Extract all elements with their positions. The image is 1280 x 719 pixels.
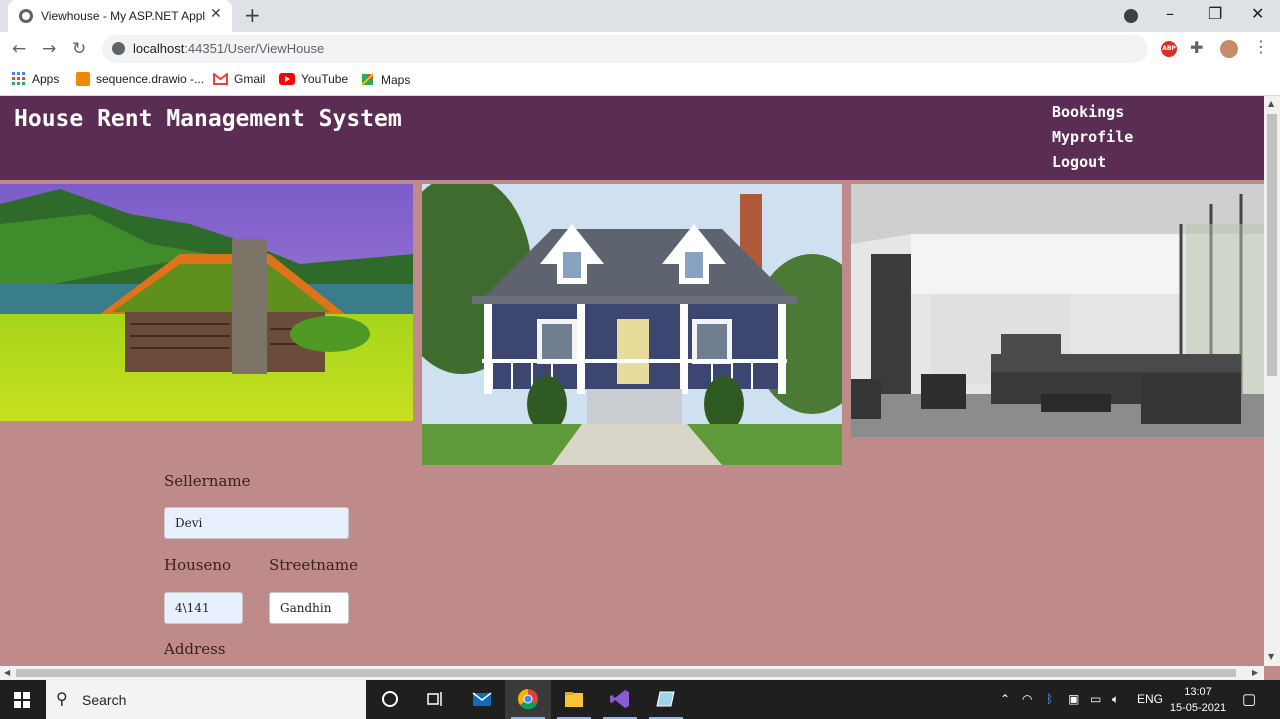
page-viewport: House Rent Management System Bookings My… [0,96,1264,666]
bookmarks-bar: Apps sequence.drawio -... Gmail YouTube … [0,66,1280,96]
tab-strip: Viewhouse - My ASP.NET Application ✕ + –… [0,0,1280,32]
windows-start-icon[interactable] [14,692,30,708]
minimize-button[interactable]: – [1166,4,1174,23]
reload-icon[interactable]: ↻ [72,39,86,59]
chrome-icon [518,689,538,710]
taskbar-search-box[interactable]: ⚲ Search [46,680,366,719]
vertical-scroll-thumb[interactable] [1267,114,1277,376]
bookmark-label: Apps [32,72,60,86]
nav-link-logout[interactable]: Logout [1052,150,1133,175]
battery-icon[interactable]: ▭ [1090,692,1101,706]
folder-icon [565,692,583,707]
windows-taskbar: ⚲ Search ⌃ ◠ ᛒ ▣ ▭ 🔈︎ ENG 13:07 15-05-20… [0,680,1280,719]
bookmark-label: Gmail [234,72,266,86]
house-no-label: Houseno [164,556,232,574]
profile-avatar[interactable] [1220,40,1238,58]
close-window-button[interactable]: ✕ [1251,4,1264,23]
vertical-scrollbar[interactable]: ▲ ▼ [1264,96,1280,666]
site-info-icon[interactable] [112,42,125,55]
task-view-button[interactable] [412,680,458,719]
device-icon[interactable]: ▣ [1068,692,1079,706]
restore-button[interactable]: ❐ [1208,4,1222,23]
scroll-down-arrow-icon[interactable]: ▼ [1268,652,1274,661]
scroll-up-arrow-icon[interactable]: ▲ [1268,99,1274,108]
house-no-input[interactable]: 4\141 [164,592,243,624]
scroll-left-arrow-icon[interactable]: ◀ [4,668,10,677]
address-bar[interactable]: localhost:44351/User/ViewHouse [102,35,1148,63]
drawio-icon [76,72,90,86]
notes-app-icon [656,691,675,707]
gmail-icon [213,73,228,85]
media-control-icon[interactable] [1124,9,1138,23]
site-title: House Rent Management System [14,106,402,132]
nav-link-myprofile[interactable]: Myprofile [1052,125,1133,150]
visual-studio-icon [610,690,629,708]
street-name-label: Streetname [269,556,358,574]
bookmark-youtube[interactable]: YouTube [279,72,348,86]
search-icon: ⚲ [56,689,68,708]
volume-icon[interactable]: 🔈︎ [1112,692,1119,707]
extensions-puzzle-icon[interactable]: ✚ [1190,38,1203,57]
back-arrow-icon[interactable]: ← [12,39,26,59]
forward-arrow-icon[interactable]: → [42,39,56,59]
bookmark-label: sequence.drawio -... [96,72,205,86]
site-header: House Rent Management System Bookings My… [0,96,1264,180]
bookmark-apps[interactable]: Apps [12,72,59,86]
clock-time: 13:07 [1184,686,1212,698]
wifi-icon[interactable]: ◠ [1022,692,1032,706]
horizontal-scrollbar[interactable]: ◀ ▶ [0,666,1264,680]
horizontal-scroll-thumb[interactable] [16,669,1236,677]
tray-overflow-chevron-icon[interactable]: ⌃ [1000,692,1010,706]
bookmark-label: YouTube [301,72,349,86]
tab-title: Viewhouse - My ASP.NET Application [41,9,206,23]
bluetooth-icon[interactable]: ᛒ [1046,692,1053,706]
taskbar-app-chrome[interactable] [505,680,551,719]
taskbar-app-file-explorer[interactable] [551,680,597,719]
cortana-circle-icon [382,691,398,707]
bookmark-label: Maps [381,72,411,87]
house-image-blue-house [422,184,842,465]
task-view-icon [427,692,442,706]
notifications-icon[interactable]: ▢ [1242,690,1256,708]
house-image-cabin [0,184,413,421]
taskbar-clock[interactable]: 13:07 15-05-2021 [1166,684,1230,716]
browser-tab[interactable]: Viewhouse - My ASP.NET Application ✕ [8,0,232,32]
new-tab-button[interactable]: + [244,3,261,27]
bookmark-drawio[interactable]: sequence.drawio -... [76,72,204,86]
youtube-icon [279,73,295,85]
adblock-extension-icon[interactable]: ABP [1161,41,1177,57]
close-tab-icon[interactable]: ✕ [210,6,222,22]
browser-toolbar: ← → ↻ localhost:44351/User/ViewHouse ABP… [0,32,1280,66]
maps-icon [361,73,374,86]
globe-icon [19,9,33,23]
scroll-right-arrow-icon[interactable]: ▶ [1252,668,1258,677]
mail-icon [472,692,492,706]
address-label: Address [164,640,226,658]
house-image-living-room [851,184,1264,437]
seller-name-input[interactable]: Devi [164,507,349,539]
taskbar-app-mail[interactable] [459,680,505,719]
clock-date: 15-05-2021 [1169,702,1227,714]
bookmark-gmail[interactable]: Gmail [213,72,265,86]
language-indicator[interactable]: ENG [1137,692,1163,706]
taskbar-search-label: Search [82,692,127,708]
cortana-button[interactable] [367,680,413,719]
browser-menu-icon[interactable]: ⋮ [1253,37,1269,56]
street-name-input[interactable]: Gandhin [269,592,349,624]
nav-link-bookings[interactable]: Bookings [1052,100,1133,125]
taskbar-app-notes[interactable] [643,680,689,719]
site-nav: Bookings Myprofile Logout [1052,100,1133,175]
seller-name-label: Sellername [164,472,251,490]
taskbar-app-visual-studio[interactable] [597,680,643,719]
url-text[interactable]: localhost:44351/User/ViewHouse [133,41,324,56]
bookmark-maps[interactable]: Maps [360,72,410,87]
apps-grid-icon [12,72,25,85]
